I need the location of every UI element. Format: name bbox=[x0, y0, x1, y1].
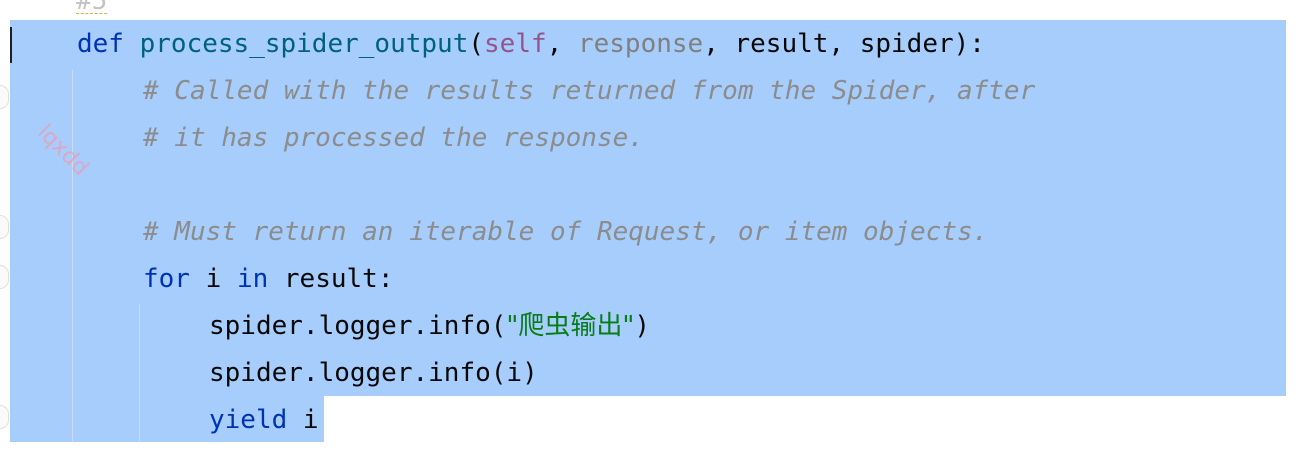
code-line-for[interactable]: for i in result: bbox=[143, 256, 393, 302]
yield-variable: i bbox=[287, 405, 319, 435]
param-response: response bbox=[577, 29, 704, 59]
string-literal: "爬虫输出" bbox=[506, 311, 635, 341]
keyword-def: def bbox=[77, 29, 124, 59]
params-rest: , result, spider): bbox=[703, 29, 985, 59]
code-line-def[interactable]: def process_spider_output(self, response… bbox=[77, 21, 985, 67]
paren-close: ) bbox=[634, 311, 650, 341]
loop-variable: i bbox=[189, 264, 237, 294]
fold-marker[interactable] bbox=[0, 405, 9, 429]
keyword-for: for bbox=[143, 264, 190, 294]
fold-marker[interactable] bbox=[0, 85, 9, 109]
code-line-comment-3[interactable]: # Must return an iterable of Request, or… bbox=[143, 209, 988, 255]
function-name: process_spider_output bbox=[139, 29, 469, 59]
code-line-log-1[interactable]: spider.logger.info("爬虫输出") bbox=[209, 303, 650, 349]
call-logger-info: spider.logger.info( bbox=[209, 311, 507, 341]
fold-marker[interactable] bbox=[0, 265, 9, 289]
code-editor[interactable]: #5 def process_spider_output(self, respo… bbox=[0, 0, 1303, 458]
comma: , bbox=[546, 29, 578, 59]
fold-marker[interactable] bbox=[0, 215, 9, 239]
code-line-yield[interactable]: yield i bbox=[209, 397, 319, 443]
code-line-log-2[interactable]: spider.logger.info(i) bbox=[209, 350, 538, 396]
text-caret bbox=[10, 27, 12, 63]
code-line-comment-1[interactable]: # Called with the results returned from … bbox=[143, 68, 1035, 114]
keyword-yield: yield bbox=[209, 405, 288, 435]
indent-guide bbox=[139, 304, 140, 442]
previous-line-fragment: #5 bbox=[76, 0, 108, 16]
paren-open: ( bbox=[468, 29, 485, 59]
param-self: self bbox=[484, 29, 547, 59]
loop-iterable: result: bbox=[268, 264, 394, 294]
indent-guide bbox=[72, 70, 73, 442]
keyword-in: in bbox=[236, 264, 269, 294]
code-line-comment-2[interactable]: # it has processed the response. bbox=[143, 115, 644, 161]
